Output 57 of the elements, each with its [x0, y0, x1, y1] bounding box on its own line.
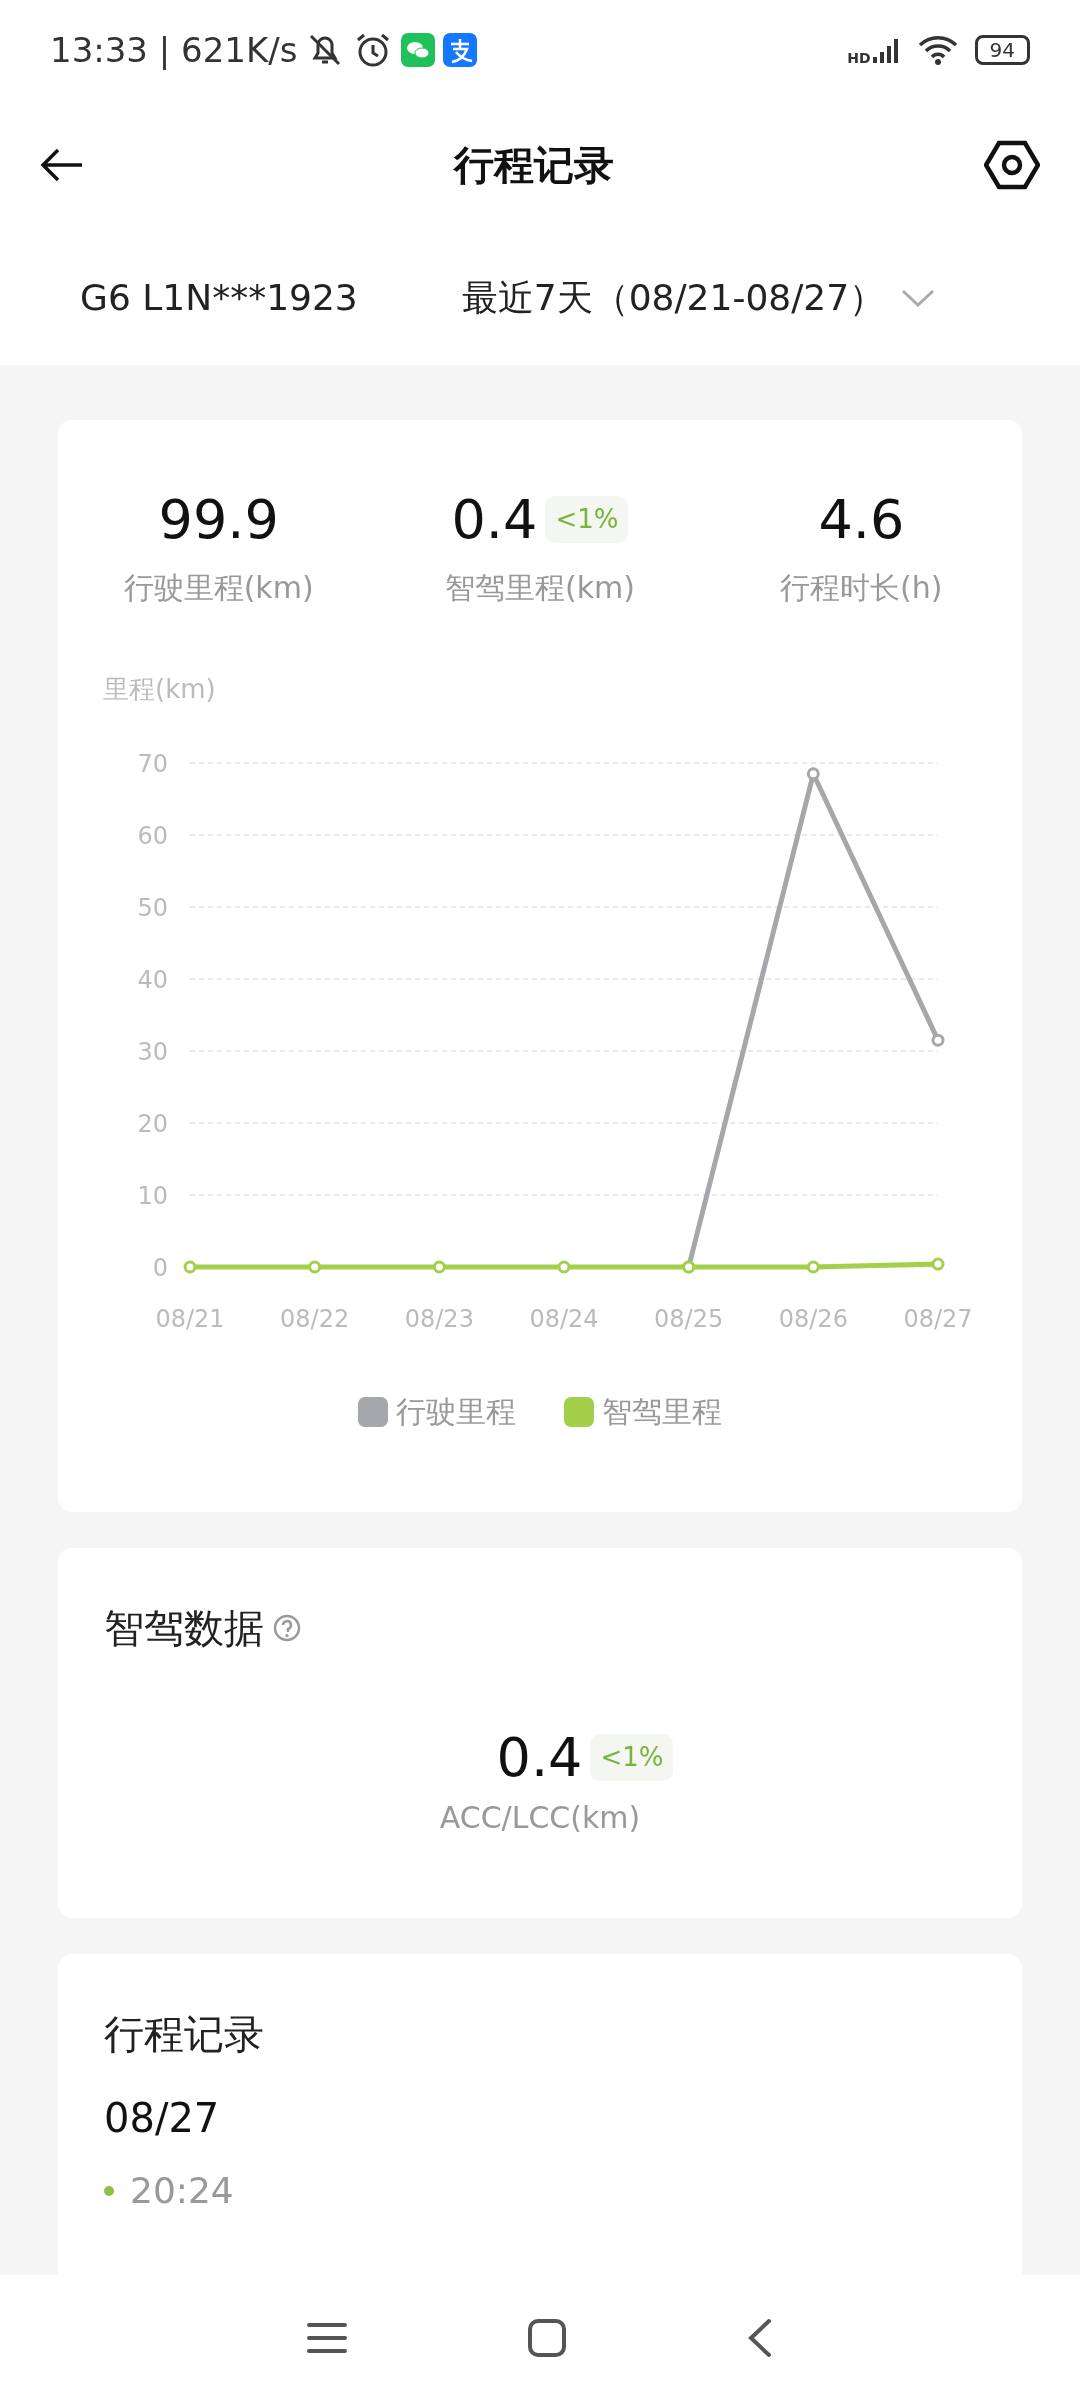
network-type: HD	[847, 51, 871, 65]
stat-label: 行程时长(h)	[780, 569, 943, 608]
page-title: 行程记录	[454, 141, 614, 190]
stat-value: 99.9	[158, 490, 279, 550]
help-icon[interactable]	[272, 1613, 302, 1643]
percent-badge: <1%	[545, 496, 629, 544]
timeline-dot	[104, 2186, 114, 2196]
legend-swatch	[358, 1396, 388, 1427]
battery-indicator: 94	[974, 35, 1030, 65]
stat-label: ACC/LCC(km)	[439, 1799, 641, 1838]
legend-swatch	[564, 1396, 594, 1427]
stat-label: 智驾里程(km)	[445, 569, 635, 608]
axis-tick-label: 30	[137, 1038, 168, 1067]
point	[308, 1260, 322, 1274]
point	[557, 1260, 571, 1274]
axis-tick-label: 08/21	[155, 1305, 225, 1334]
axis-tick-label: 08/24	[529, 1305, 599, 1334]
stat-value: 0.4	[451, 490, 538, 550]
payment-app-icon	[443, 33, 478, 67]
point	[931, 1258, 945, 1272]
wifi-icon	[916, 34, 959, 66]
trip-date: 08/27	[104, 2094, 221, 2143]
point	[183, 1260, 197, 1274]
percent-badge: <1%	[590, 1734, 674, 1782]
axis-title: 里程(km)	[103, 673, 217, 707]
axis-tick-label: 70	[137, 750, 168, 779]
stat-label: 行驶里程(km)	[123, 569, 314, 608]
point	[806, 767, 820, 781]
status-time: 13:33 | 621K/s	[50, 28, 298, 72]
section-title: 行程记录	[104, 2011, 264, 2057]
axis-tick-label: 10	[137, 1182, 168, 1211]
point	[931, 1034, 945, 1048]
settings-icon[interactable]	[984, 140, 1040, 190]
axis-tick-label: 08/25	[654, 1305, 724, 1334]
home-icon[interactable]	[527, 2317, 567, 2358]
back-arrow-icon[interactable]	[40, 147, 84, 183]
section-title: 智驾数据	[104, 1604, 264, 1653]
legend-label: 行驶里程	[396, 1393, 516, 1432]
axis-tick-label: 0	[152, 1254, 168, 1283]
point	[806, 1260, 820, 1274]
stat-value: 4.6	[818, 490, 905, 550]
vehicle-selector[interactable]: G6 L1N***1923	[80, 270, 358, 325]
point	[432, 1260, 446, 1274]
axis-tick-label: 60	[137, 822, 168, 851]
axis-tick-label: 50	[137, 894, 168, 923]
back-icon[interactable]	[747, 2317, 773, 2358]
menu-icon[interactable]	[307, 2320, 347, 2355]
axis-tick-label: 08/26	[778, 1305, 848, 1334]
chat-app-icon	[401, 33, 436, 67]
axis-tick-label: 08/22	[280, 1305, 350, 1334]
period-selector[interactable]: 最近7天（08/21-08/27）	[461, 270, 886, 325]
axis-tick-label: 08/23	[404, 1305, 474, 1334]
axis-tick-label: 08/27	[903, 1305, 973, 1334]
axis-tick-label: 40	[137, 966, 168, 995]
legend-label: 智驾里程	[602, 1393, 722, 1432]
stat-value: 0.4	[496, 1728, 583, 1788]
axis-tick-label: 20	[137, 1110, 168, 1139]
